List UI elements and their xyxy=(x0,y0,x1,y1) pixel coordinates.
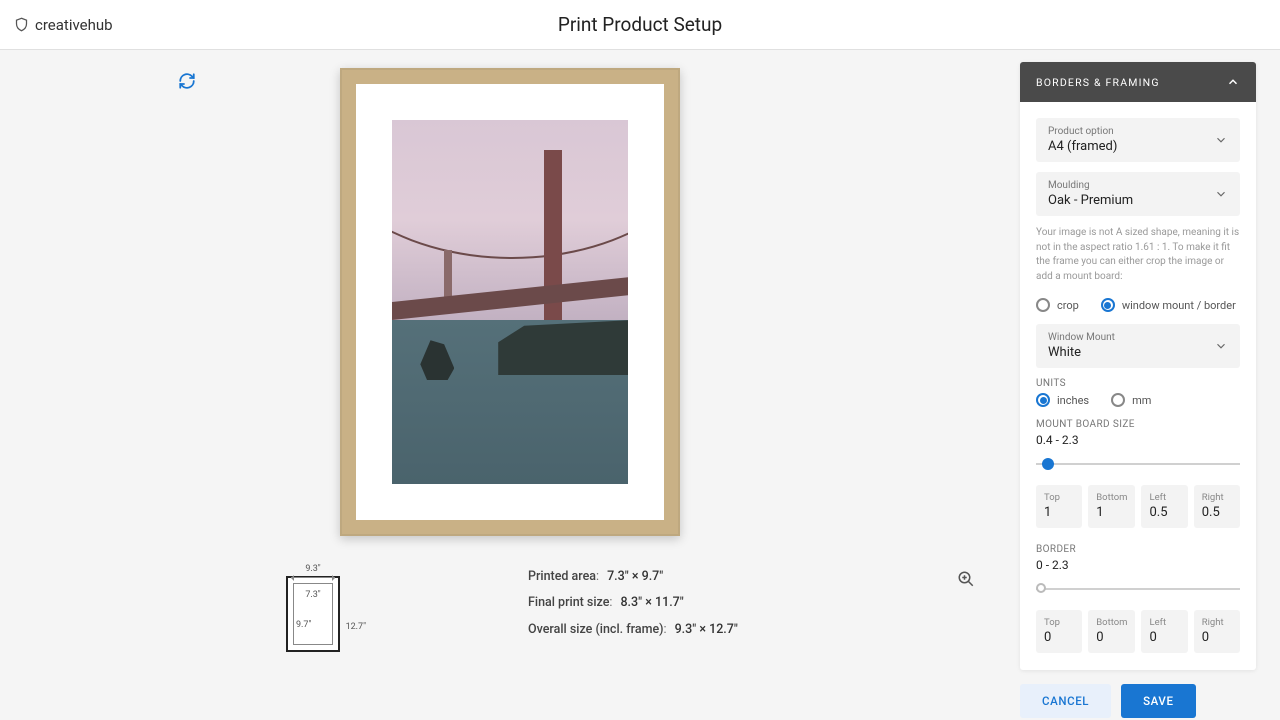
moulding-value: Oak - Premium xyxy=(1048,193,1133,208)
mount-size-slider[interactable] xyxy=(1036,457,1240,471)
brand-text: creativehub xyxy=(35,16,113,34)
inches-label: inches xyxy=(1057,394,1089,407)
aspect-note: Your image is not A sized shape, meaning… xyxy=(1036,226,1240,284)
preview-area: 9.3" 7.3" 9.7" 12.7" Printed area:7.3" ×… xyxy=(0,50,1020,720)
printed-area-label: Printed area xyxy=(528,569,596,584)
chevron-down-icon xyxy=(1214,133,1228,147)
inner-width-label: 7.3" xyxy=(305,590,320,600)
chevron-up-icon xyxy=(1226,75,1240,89)
mount-label: window mount / border xyxy=(1122,299,1236,312)
inner-height-label: 9.7" xyxy=(296,620,311,630)
window-mount-label: Window Mount xyxy=(1048,332,1115,343)
final-size-label: Final print size xyxy=(528,595,609,610)
mat-board xyxy=(356,84,664,520)
border-label: BORDER xyxy=(1036,544,1240,555)
dimension-diagram: 9.3" 7.3" 9.7" 12.7" xyxy=(268,564,358,652)
product-option-value: A4 (framed) xyxy=(1048,139,1117,154)
brand-logo[interactable]: creativehub xyxy=(14,16,113,34)
window-mount-select[interactable]: Window Mount White xyxy=(1036,324,1240,368)
border-top-input[interactable]: Top0 xyxy=(1036,610,1082,653)
rotate-icon xyxy=(178,72,196,90)
overall-size-label: Overall size (incl. frame) xyxy=(528,622,664,637)
moulding-select[interactable]: Moulding Oak - Premium xyxy=(1036,172,1240,216)
mount-left-input[interactable]: Left0.5 xyxy=(1141,485,1187,528)
border-bottom-input[interactable]: Bottom0 xyxy=(1088,610,1135,653)
panel-header[interactable]: BORDERS & FRAMING xyxy=(1020,62,1256,102)
product-option-label: Product option xyxy=(1048,126,1117,137)
zoom-button[interactable] xyxy=(957,570,975,592)
chevron-down-icon xyxy=(1214,187,1228,201)
mount-size-range: 0.4 - 2.3 xyxy=(1036,433,1240,447)
border-right-input[interactable]: Right0 xyxy=(1194,610,1240,653)
save-button[interactable]: SAVE xyxy=(1121,684,1195,718)
rotate-button[interactable] xyxy=(178,72,196,94)
printed-area-value: 7.3" × 9.7" xyxy=(607,569,663,584)
mount-right-input[interactable]: Right0.5 xyxy=(1194,485,1240,528)
final-size-value: 8.3" × 11.7" xyxy=(620,595,683,610)
mount-top-input[interactable]: Top1 xyxy=(1036,485,1082,528)
radio-icon xyxy=(1101,298,1115,312)
border-range: 0 - 2.3 xyxy=(1036,558,1240,572)
magnify-plus-icon xyxy=(957,570,975,588)
outer-height-label: 12.7" xyxy=(346,622,366,632)
crop-radio[interactable]: crop xyxy=(1036,298,1079,312)
inches-radio[interactable]: inches xyxy=(1036,393,1089,407)
size-info: Printed area:7.3" × 9.7" Final print siz… xyxy=(528,564,738,643)
outer-width-label: 9.3" xyxy=(268,564,358,574)
border-slider[interactable] xyxy=(1036,582,1240,596)
radio-icon xyxy=(1111,393,1125,407)
chevron-down-icon xyxy=(1214,339,1228,353)
frame-preview xyxy=(340,68,680,536)
page-title: Print Product Setup xyxy=(558,13,722,36)
window-mount-value: White xyxy=(1048,345,1115,360)
moulding-label: Moulding xyxy=(1048,180,1133,191)
shield-icon xyxy=(14,17,29,32)
radio-icon xyxy=(1036,393,1050,407)
units-label: UNITS xyxy=(1036,378,1240,389)
product-option-select[interactable]: Product option A4 (framed) xyxy=(1036,118,1240,162)
mm-label: mm xyxy=(1132,394,1151,407)
crop-label: crop xyxy=(1057,299,1079,312)
cancel-button[interactable]: CANCEL xyxy=(1020,684,1111,718)
mount-bottom-input[interactable]: Bottom1 xyxy=(1088,485,1135,528)
overall-size-value: 9.3" × 12.7" xyxy=(675,622,738,637)
mount-size-label: MOUNT BOARD SIZE xyxy=(1036,419,1240,430)
app-header: creativehub Print Product Setup xyxy=(0,0,1280,50)
photo-preview xyxy=(392,120,628,484)
border-left-input[interactable]: Left0 xyxy=(1141,610,1187,653)
mount-radio[interactable]: window mount / border xyxy=(1101,298,1236,312)
panel-title: BORDERS & FRAMING xyxy=(1036,76,1160,89)
borders-framing-panel: BORDERS & FRAMING Product option A4 (fra… xyxy=(1020,62,1256,670)
mm-radio[interactable]: mm xyxy=(1111,393,1151,407)
radio-icon xyxy=(1036,298,1050,312)
